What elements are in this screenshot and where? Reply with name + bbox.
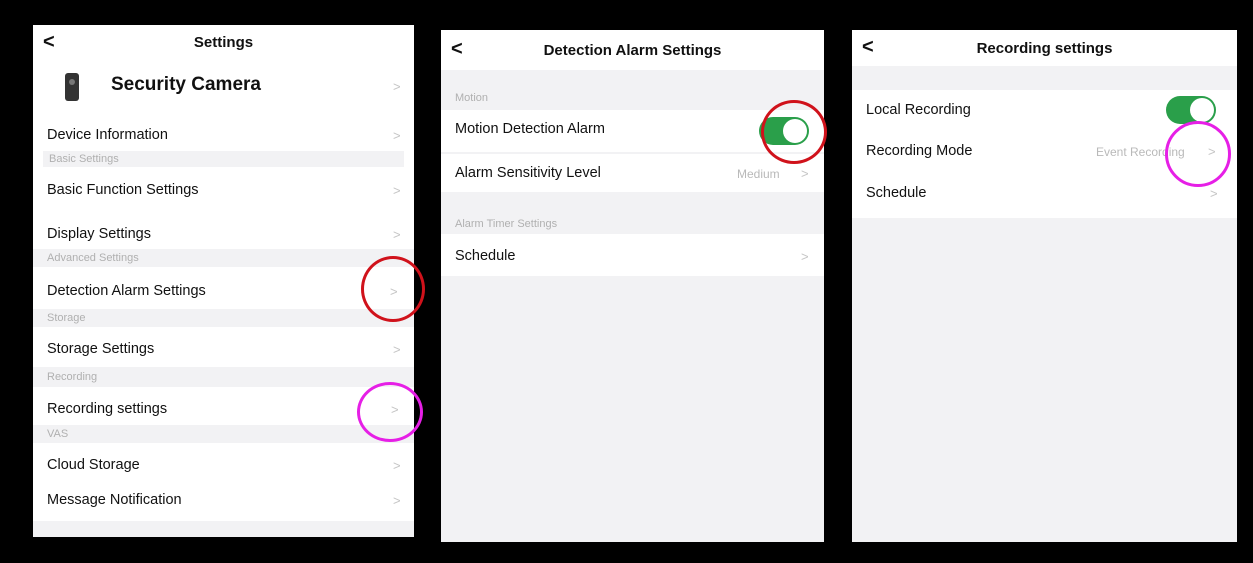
section-label: VAS [47, 428, 69, 440]
page-title: Detection Alarm Settings [543, 42, 722, 59]
page-title: Recording settings [976, 40, 1113, 57]
schedule-label: Schedule [866, 185, 927, 201]
local-recording-toggle[interactable] [1166, 96, 1216, 124]
section-header-basic: Basic Settings [43, 151, 404, 167]
local-recording-row: Local Recording [852, 90, 1237, 130]
annotation-circle-magenta [357, 382, 423, 442]
section-header-storage: Storage [33, 309, 414, 327]
security-camera-icon [65, 73, 79, 101]
settings-item-cloud-storage[interactable]: Cloud Storage > [33, 445, 414, 481]
chevron-right-icon: > [1210, 186, 1218, 201]
section-label: Recording [47, 371, 98, 383]
toggle-knob [1190, 98, 1214, 122]
alarm-sensitivity-value: Medium [737, 167, 780, 181]
settings-item-storage[interactable]: Storage Settings > [33, 331, 414, 367]
alarm-sensitivity-row[interactable]: Alarm Sensitivity Level Medium > [441, 154, 824, 192]
settings-item-label: Cloud Storage [47, 457, 140, 473]
motion-detection-alarm-label: Motion Detection Alarm [455, 121, 605, 137]
section-label-alarm-timer: Alarm Timer Settings [455, 218, 558, 230]
recording-settings-screen: < Recording settings Local Recording Rec… [852, 30, 1237, 542]
section-header-vas: VAS [33, 425, 414, 443]
section-header-advanced: Advanced Settings [33, 249, 414, 267]
settings-item-device-information[interactable]: Device Information > [33, 121, 414, 151]
annotation-circle-magenta [1165, 121, 1231, 187]
settings-item-detection-alarm[interactable]: Detection Alarm Settings > [33, 271, 414, 311]
section-label: Storage [47, 312, 86, 324]
settings-item-basic-function[interactable]: Basic Function Settings > [33, 171, 414, 211]
settings-item-label: Recording settings [47, 401, 168, 417]
local-recording-label: Local Recording [866, 102, 971, 118]
settings-screen: < Settings Security Camera > Device Info… [33, 25, 414, 537]
settings-item-label: Storage Settings [47, 341, 155, 357]
settings-header: < Settings [33, 25, 414, 61]
bottom-spacer [33, 521, 414, 537]
chevron-right-icon: > [393, 227, 401, 242]
chevron-right-icon: > [393, 79, 401, 94]
schedule-label: Schedule [455, 248, 516, 264]
settings-item-label: Message Notification [47, 492, 182, 508]
detection-alarm-screen: < Detection Alarm Settings Motion Motion… [441, 30, 824, 542]
settings-item-label: Device Information [47, 127, 168, 143]
detection-alarm-header: < Detection Alarm Settings [441, 30, 824, 70]
chevron-right-icon: > [393, 493, 401, 508]
settings-item-label: Display Settings [47, 226, 151, 242]
annotation-circle-red [761, 100, 827, 164]
recording-settings-header: < Recording settings [852, 30, 1237, 66]
chevron-right-icon: > [393, 458, 401, 473]
section-label-motion: Motion [455, 92, 489, 104]
chevron-right-icon: > [801, 249, 809, 264]
settings-item-label: Detection Alarm Settings [47, 283, 206, 299]
schedule-row[interactable]: Schedule > [441, 234, 824, 276]
page-title: Settings [193, 34, 254, 51]
device-name: Security Camera [111, 74, 261, 95]
alarm-sensitivity-label: Alarm Sensitivity Level [455, 165, 601, 181]
section-label: Basic Settings [49, 153, 119, 165]
chevron-right-icon: > [801, 166, 809, 181]
chevron-right-icon: > [393, 342, 401, 357]
annotation-circle-red [361, 256, 425, 322]
settings-item-label: Basic Function Settings [47, 182, 199, 198]
section-label: Advanced Settings [47, 252, 139, 264]
device-header-row[interactable]: Security Camera > [33, 61, 414, 117]
settings-item-message-notification[interactable]: Message Notification > [33, 483, 414, 521]
recording-mode-label: Recording Mode [866, 143, 973, 159]
chevron-right-icon: > [393, 128, 401, 143]
chevron-right-icon: > [393, 183, 401, 198]
section-header-recording: Recording [33, 367, 414, 387]
